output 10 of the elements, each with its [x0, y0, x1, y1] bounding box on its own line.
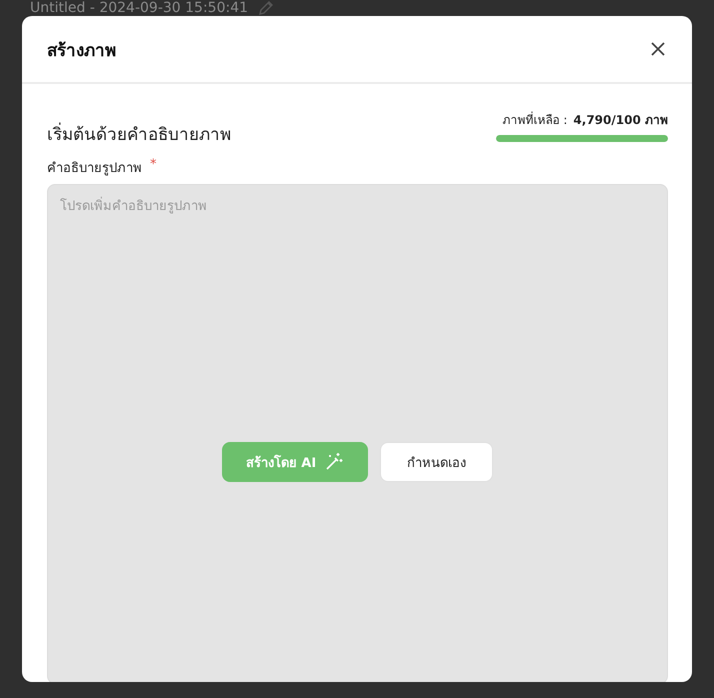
magic-wand-icon — [324, 452, 344, 472]
dialog-title: สร้างภาพ — [47, 40, 116, 62]
quota-value: 4,790/100 ภาพ — [573, 112, 668, 129]
document-title: Untitled - 2024-09-30 15:50:41 — [30, 0, 248, 16]
section-title: เริ่มต้นด้วยคำอธิบายภาพ — [47, 120, 231, 147]
field-label: คำอธิบายรูปภาพ — [47, 160, 142, 178]
close-icon — [650, 41, 666, 57]
required-mark: * — [150, 157, 156, 174]
quota-label: ภาพที่เหลือ : — [502, 110, 568, 129]
custom-button[interactable]: กำหนดเอง — [380, 442, 494, 482]
